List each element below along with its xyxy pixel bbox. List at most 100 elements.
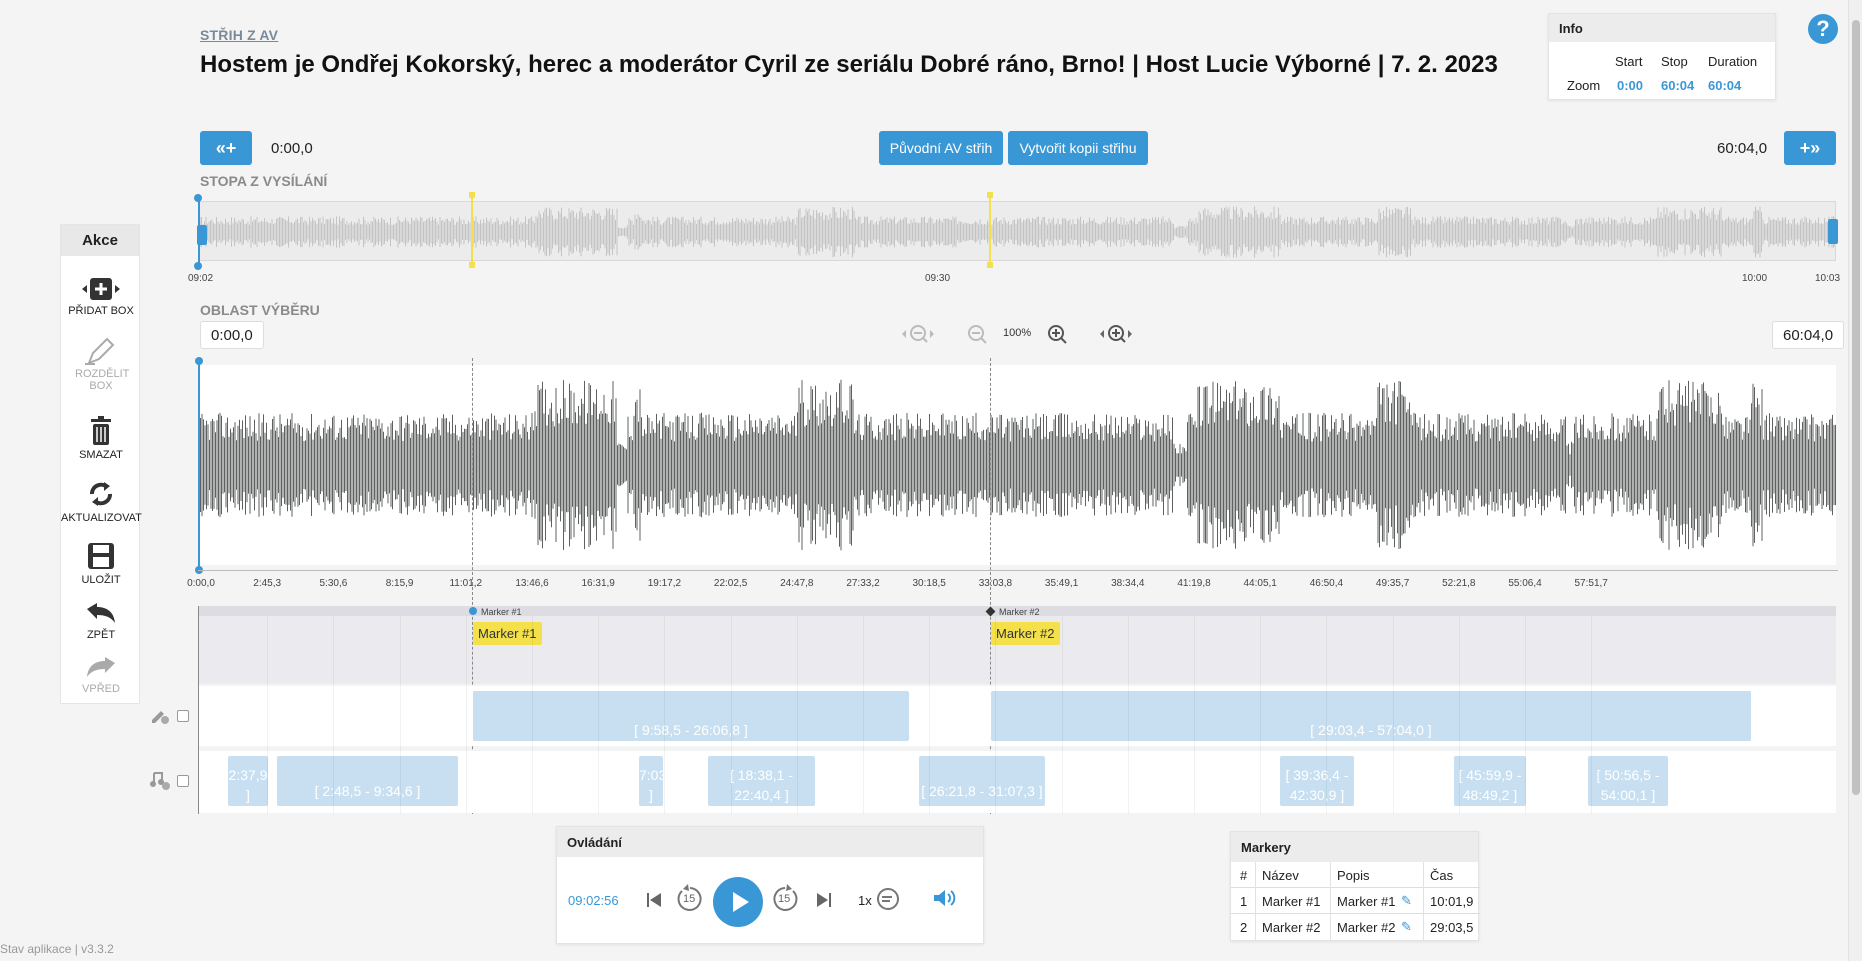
waveform-path (199, 379, 1836, 551)
music-box[interactable]: 2:37,9 ] (228, 756, 268, 806)
play-button[interactable] (713, 877, 763, 927)
speed-icon[interactable] (875, 886, 901, 917)
original-cut-button[interactable]: Původní AV střih (879, 131, 1003, 165)
markers-col-time: Čas (1430, 868, 1454, 883)
split-box-button[interactable]: ROZDĚLIT BOX (61, 336, 141, 392)
edit-pencil-icon[interactable]: ✎ (1401, 893, 1412, 909)
overview-marker1-bottom[interactable] (469, 262, 475, 268)
info-panel: Info Start Stop Duration Zoom 0:00 60:04… (1548, 13, 1776, 100)
play-icon (733, 892, 749, 912)
row-name: Marker #1 (1262, 894, 1321, 909)
edit-lane-icon[interactable] (149, 706, 171, 729)
grid-line (797, 616, 798, 814)
undo-icon (87, 603, 115, 623)
redo-button[interactable]: VPŘED (61, 655, 141, 695)
rewind-15-icon[interactable]: 15 (676, 883, 704, 918)
edit-box[interactable]: [ 29:03,4 - 57:04,0 ] (991, 691, 1751, 741)
edit-box[interactable]: [ 9:58,5 - 26:06,8 ] (473, 691, 909, 741)
ruler-tick-label: 16:31,9 (581, 578, 615, 589)
marker1-dot[interactable] (469, 607, 477, 615)
trash-icon (91, 416, 111, 445)
marker2-tag[interactable]: Marker #2 (991, 622, 1060, 645)
overview-wave-svg (200, 206, 1835, 258)
skip-start-icon[interactable] (646, 891, 662, 914)
overview-start-line (198, 197, 200, 265)
ruler-tick-label: 0:00,0 (187, 578, 215, 589)
edit-pencil-icon[interactable]: ✎ (1401, 919, 1412, 935)
copy-cut-button[interactable]: Vytvořit kopii střihu (1008, 131, 1148, 165)
delete-label: SMAZAT (79, 449, 123, 461)
info-duration-value: 60:04 (1708, 78, 1742, 93)
right-time: 60:04,0 (1717, 140, 1768, 157)
ruler-tick-label: 55:06,4 (1508, 578, 1542, 589)
music-lane-checkbox[interactable] (177, 775, 189, 787)
markers-col-num: # (1240, 868, 1248, 883)
overview-marker2-bottom[interactable] (987, 262, 993, 268)
music-box[interactable]: [ 45:59,9 - 48:49,2 ] (1454, 756, 1526, 806)
forward-15-icon[interactable]: 15 (771, 883, 799, 918)
zoom-in-both-icon[interactable] (1097, 322, 1135, 352)
actions-sidebar: Akce PŘIDAT BOX ROZDĚLIT BOX SMAZAT AKTU… (60, 224, 142, 704)
table-row[interactable]: 1 Marker #1 Marker #1 ✎ 10:01,9 (1231, 888, 1480, 914)
markers-col-name: Název (1262, 868, 1299, 883)
help-icon[interactable]: ? (1808, 14, 1838, 44)
ruler-tick-label: 11:01,2 (449, 578, 483, 589)
breadcrumb[interactable]: STŘIH Z AV (200, 27, 278, 43)
music-box[interactable]: [ 50:56,5 - 54:00,1 ] (1588, 756, 1668, 806)
app-status-footer[interactable]: Stav aplikace | v3.3.2 (0, 942, 114, 956)
grid-line (1393, 616, 1394, 814)
ruler-tick-label: 19:17,2 (647, 578, 682, 589)
page-title: Hostem je Ondřej Kokorský, herec a moder… (200, 51, 1498, 78)
ruler-tick-label: 5:30,6 (319, 578, 348, 589)
forward-15-label: 15 (778, 893, 791, 905)
add-box-button[interactable]: PŘIDAT BOX (61, 275, 141, 317)
grid-line (995, 616, 996, 814)
zoom-in-icon[interactable] (1045, 322, 1071, 352)
music-box[interactable]: [ 39:36,4 - 42:30,9 ] (1280, 756, 1354, 806)
info-stop-value: 60:04 (1661, 78, 1695, 93)
extend-right-button[interactable]: +» (1784, 131, 1836, 165)
overview-marker1-top[interactable] (469, 192, 475, 198)
grid-line (598, 616, 599, 814)
ruler-tick-label: 30:18,5 (912, 578, 946, 589)
zoom-out-icon[interactable] (965, 322, 991, 352)
delete-button[interactable]: SMAZAT (61, 415, 141, 461)
col-divider (1330, 862, 1331, 940)
undo-button[interactable]: ZPĚT (61, 601, 141, 641)
speed-label[interactable]: 1x (858, 893, 872, 908)
overview-right-handle[interactable] (1828, 219, 1838, 244)
music-lane-icon[interactable] (149, 770, 171, 795)
save-button[interactable]: ULOŽIT (61, 540, 141, 586)
ruler-tick-label: 52:21,8 (1442, 578, 1476, 589)
refresh-button[interactable]: AKTUALIZOVAT (61, 478, 142, 524)
music-box[interactable]: 7:03 ] (639, 756, 663, 806)
overview-tick: 09:02 (188, 273, 214, 284)
scrollbar-thumb[interactable] (1852, 20, 1860, 795)
music-box[interactable]: [ 2:48,5 - 9:34,6 ] (277, 756, 458, 806)
overview-marker2-top[interactable] (987, 192, 993, 198)
zoom-out-left-icon[interactable] (899, 322, 937, 352)
grid-line (1326, 616, 1327, 814)
edit-lane-checkbox[interactable] (177, 710, 189, 722)
ruler-tick-label: 13:46,6 (515, 578, 549, 589)
extend-left-button[interactable]: «+ (200, 131, 252, 165)
selection-start-time: 0:00,0 (200, 321, 264, 349)
music-box[interactable]: [ 26:21,8 - 31:07,3 ] (919, 756, 1045, 806)
volume-icon[interactable] (932, 887, 958, 914)
row-time: 29:03,5 (1430, 920, 1474, 935)
undo-label: ZPĚT (86, 629, 116, 641)
selection-start-dot[interactable] (195, 357, 203, 365)
music-box[interactable]: [ 18:38,1 - 22:40,4 ] (708, 756, 815, 806)
main-waveform[interactable] (199, 365, 1836, 565)
overview-start-dot[interactable] (194, 194, 202, 202)
grid-line (929, 616, 930, 814)
page-scrollbar[interactable] (1848, 0, 1862, 961)
overview-waveform[interactable] (199, 201, 1836, 261)
table-row[interactable]: 2 Marker #2 Marker #2 ✎ 29:03,5 (1231, 914, 1480, 940)
skip-end-icon[interactable] (816, 891, 832, 914)
row-num: 2 (1240, 920, 1248, 935)
overview-start-dot-bottom[interactable] (194, 262, 202, 270)
save-icon (88, 543, 114, 569)
grid-line (731, 616, 732, 814)
ruler-tick-label: 35:49,1 (1044, 578, 1079, 589)
